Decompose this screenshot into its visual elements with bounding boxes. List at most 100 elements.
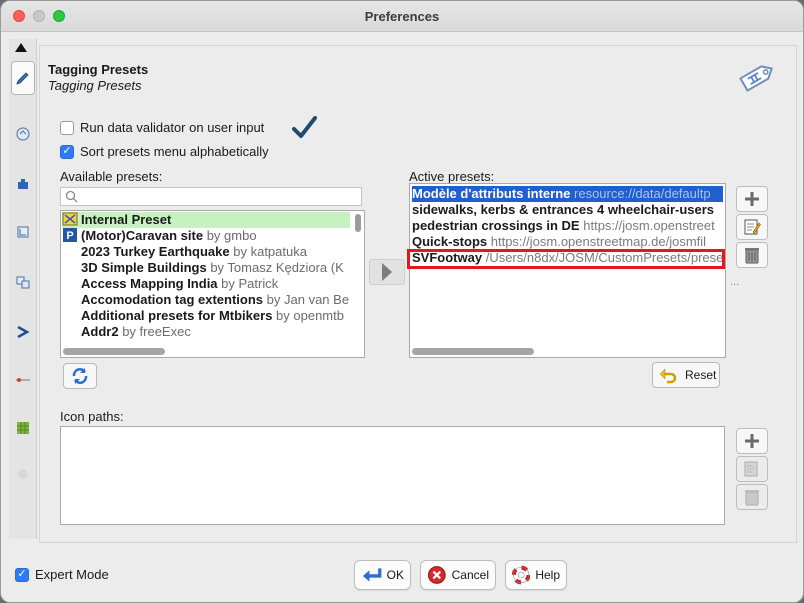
cancel-label: Cancel bbox=[451, 568, 489, 582]
validator-checkmark-icon bbox=[292, 116, 317, 138]
preset-name: Addr2 bbox=[81, 324, 119, 339]
preset-name: Quick-stops bbox=[412, 234, 488, 249]
tag-logo-icon bbox=[739, 65, 774, 92]
sort-label: Sort presets menu alphabetically bbox=[80, 144, 269, 159]
preset-icon-placeholder bbox=[62, 324, 78, 338]
more-tabs-icon[interactable] bbox=[12, 463, 34, 485]
available-preset-row[interactable]: Additional presets for Mtbikers by openm… bbox=[62, 308, 350, 324]
horizontal-scrollbar[interactable] bbox=[63, 348, 165, 355]
preset-name: 2023 Turkey Earthquake bbox=[81, 244, 230, 259]
preset-author: by Patrick bbox=[221, 276, 279, 291]
available-preset-row[interactable]: Addr2 by freeExec bbox=[62, 324, 350, 340]
preset-name: sidewalks, kerbs & entrances 4 wheelchai… bbox=[412, 202, 715, 217]
preset-author: by openmtb bbox=[276, 308, 344, 323]
available-preset-row[interactable]: 2023 Turkey Earthquake by katpatuka bbox=[62, 244, 350, 260]
ok-button[interactable]: OK bbox=[354, 560, 411, 590]
sort-option[interactable]: ✓ Sort presets menu alphabetically bbox=[60, 144, 269, 159]
icon-paths-label: Icon paths: bbox=[60, 409, 124, 424]
preset-author: by katpatuka bbox=[233, 244, 307, 259]
preset-icon-placeholder bbox=[62, 244, 78, 258]
available-preset-row[interactable]: P (Motor)Caravan site by gmbo bbox=[62, 228, 350, 244]
preset-search-input[interactable] bbox=[60, 187, 362, 206]
available-preset-row[interactable]: Internal Preset bbox=[62, 212, 350, 228]
scroll-up-icon[interactable] bbox=[15, 43, 27, 52]
preset-author: by gmbo bbox=[206, 228, 257, 243]
validator-checkbox[interactable] bbox=[60, 120, 74, 135]
svg-text:P: P bbox=[66, 230, 73, 242]
horizontal-scrollbar[interactable] bbox=[412, 348, 534, 355]
edit-icon-path-button[interactable] bbox=[736, 456, 768, 482]
ok-label: OK bbox=[386, 568, 404, 582]
trash-icon bbox=[745, 248, 759, 264]
edit-icon bbox=[744, 461, 758, 477]
title-bar: Preferences bbox=[1, 1, 803, 32]
undo-icon bbox=[659, 368, 677, 384]
icon-paths-list[interactable] bbox=[60, 426, 725, 525]
edit-preset-button[interactable] bbox=[736, 214, 768, 240]
reset-button[interactable]: Reset bbox=[652, 362, 720, 388]
internal-preset-icon bbox=[62, 212, 78, 226]
active-preset-row[interactable]: Quick-stops https://josm.openstreetmap.d… bbox=[412, 234, 723, 250]
preset-name: Modèle d'attributs interne bbox=[412, 186, 571, 201]
delete-preset-button[interactable] bbox=[736, 242, 768, 268]
refresh-icon bbox=[72, 368, 88, 384]
preference-tabs bbox=[9, 39, 37, 539]
preset-icon-placeholder bbox=[62, 308, 78, 322]
expert-mode-checkbox[interactable]: ✓ bbox=[15, 567, 29, 582]
help-button[interactable]: Help bbox=[505, 560, 567, 590]
preset-name: 3D Simple Buildings bbox=[81, 260, 207, 275]
caravan-icon: P bbox=[62, 228, 78, 242]
plus-icon bbox=[745, 434, 759, 448]
available-preset-row[interactable]: Access Mapping India by Patrick bbox=[62, 276, 350, 292]
expert-mode-option[interactable]: ✓ Expert Mode bbox=[15, 567, 109, 582]
display-icon[interactable] bbox=[12, 369, 34, 391]
active-preset-row[interactable]: Modèle d'attributs interne resource://da… bbox=[412, 186, 723, 202]
reload-presets-button[interactable] bbox=[63, 363, 97, 389]
cancel-icon bbox=[427, 566, 446, 584]
preset-icon-placeholder bbox=[62, 292, 78, 306]
active-preset-row[interactable]: SVFootway /Users/n8dx/JOSM/CustomPresets… bbox=[412, 250, 723, 266]
add-preset-button[interactable] bbox=[736, 186, 768, 212]
validator-option[interactable]: Run data validator on user input bbox=[60, 120, 264, 135]
delete-icon-path-button[interactable] bbox=[736, 484, 768, 510]
preset-author: by Tomasz Kędziora (K bbox=[210, 260, 344, 275]
help-label: Help bbox=[535, 568, 560, 582]
plus-icon bbox=[745, 192, 759, 206]
preset-name: (Motor)Caravan site bbox=[81, 228, 204, 243]
preset-author: by Jan van Be bbox=[266, 292, 350, 307]
map-projection-icon[interactable] bbox=[12, 123, 34, 145]
expert-mode-label: Expert Mode bbox=[35, 567, 109, 582]
imagery-icon[interactable] bbox=[12, 417, 34, 439]
preset-author: by freeExec bbox=[122, 324, 191, 339]
page-title: Tagging Presets bbox=[48, 62, 149, 77]
preferences-window: Preferences Tagging Presets Tagging Pres… bbox=[0, 0, 804, 603]
tagging-presets-tab-icon[interactable] bbox=[11, 61, 35, 95]
preset-name: Additional presets for Mtbikers bbox=[81, 308, 273, 323]
preset-name: Internal Preset bbox=[81, 212, 172, 227]
available-preset-row[interactable]: Accomodation tag extentions by Jan van B… bbox=[62, 292, 350, 308]
preset-icon-placeholder bbox=[62, 276, 78, 290]
add-icon-path-button[interactable] bbox=[736, 428, 768, 454]
preset-source: resource://data/defaultp bbox=[574, 186, 711, 201]
active-presets-label: Active presets: bbox=[409, 169, 495, 184]
edit-icon bbox=[744, 219, 761, 235]
preset-name: Accomodation tag extentions bbox=[81, 292, 264, 307]
window-title: Preferences bbox=[364, 9, 440, 24]
active-presets-list[interactable]: Modèle d'attributs interne resource://da… bbox=[409, 183, 726, 358]
remote-control-icon[interactable] bbox=[12, 271, 34, 293]
available-presets-list[interactable]: Internal Preset P (Motor)Caravan site by g… bbox=[60, 210, 365, 358]
available-preset-row[interactable]: 3D Simple Buildings by Tomasz Kędziora (… bbox=[62, 260, 350, 276]
preset-name: SVFootway bbox=[412, 250, 483, 265]
vertical-scrollbar[interactable] bbox=[353, 212, 363, 342]
map-settings-icon[interactable] bbox=[12, 221, 34, 243]
active-preset-row[interactable]: pedestrian crossings in DE https://josm.… bbox=[412, 218, 723, 234]
validator-label: Run data validator on user input bbox=[80, 120, 265, 135]
preset-icon-placeholder bbox=[62, 260, 78, 274]
shortcuts-icon[interactable] bbox=[12, 321, 34, 343]
active-preset-row[interactable]: sidewalks, kerbs & entrances 4 wheelchai… bbox=[412, 202, 723, 218]
cancel-button[interactable]: Cancel bbox=[420, 560, 496, 590]
sort-checkbox[interactable]: ✓ bbox=[60, 144, 74, 159]
activate-preset-button[interactable] bbox=[369, 259, 405, 285]
plugin-icon[interactable] bbox=[12, 173, 34, 195]
preset-name: Access Mapping India bbox=[81, 276, 218, 291]
